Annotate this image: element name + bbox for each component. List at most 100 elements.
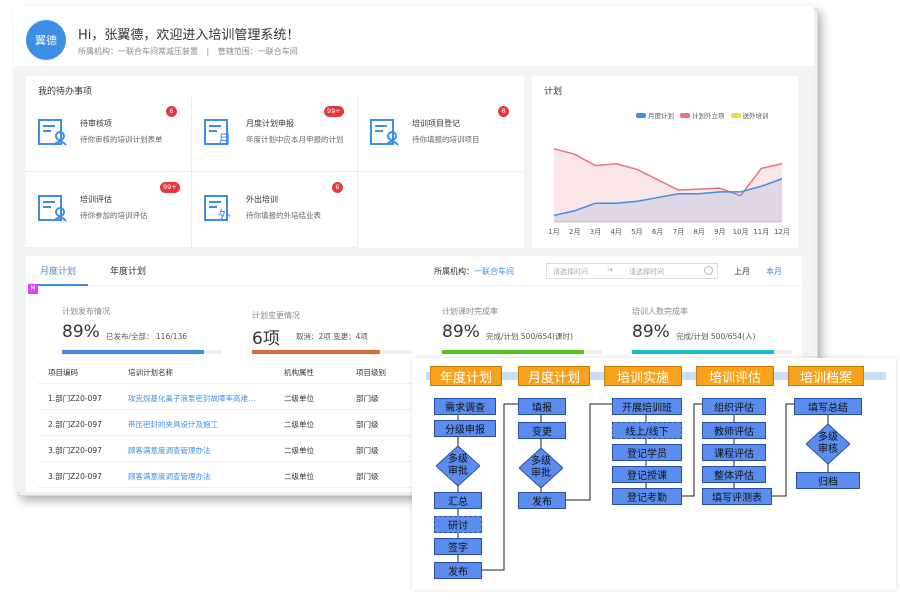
- progress-bar: [632, 350, 792, 354]
- org-filter-label: 所属机构：: [434, 267, 474, 276]
- x-tick-label: 7月: [673, 228, 684, 236]
- plan-table: 项目编码 培训计划名称 机构属性 项目级别 1.部门Z20-097 攻克烷基化离…: [38, 360, 438, 490]
- progress-bar: [442, 350, 602, 354]
- col-org-type: 机构属性: [284, 368, 314, 377]
- progress-fill: [632, 350, 775, 354]
- stage-monthly-plan: 月度计划: [518, 366, 590, 386]
- cell-code: 3.部门Z20-097: [48, 472, 102, 481]
- date-range-picker[interactable]: 请选择时间 → 请选择时间: [546, 263, 718, 279]
- org-filter: 所属机构：一联合车间: [434, 266, 514, 277]
- x-tick-label: 10月: [733, 228, 749, 236]
- flow-step: 分级申报: [434, 420, 496, 437]
- table-row[interactable]: 2.部门Z20-097 带压密封的夹具设计及施工 二级单位 部门级: [38, 412, 438, 436]
- flow-step: 研讨: [434, 516, 482, 533]
- stat-detail: 取消：2项 变更：4项: [296, 332, 368, 341]
- count-badge: 6: [166, 106, 177, 117]
- stat-value: 89%: [442, 322, 480, 342]
- cell-org-type: 二级单位: [284, 420, 314, 429]
- svg-text:外: 外: [218, 209, 231, 222]
- stat-label: 计划发布情况: [62, 307, 110, 316]
- marker-icon: M: [28, 284, 38, 294]
- cell-level: 部门级: [356, 472, 379, 481]
- cell-name-link[interactable]: 顾客满意度调查管理办法: [128, 471, 211, 482]
- info-divider: |: [206, 47, 210, 56]
- x-tick-label: 8月: [693, 228, 704, 236]
- x-tick-label: 12月: [774, 228, 790, 236]
- decision-label: 多级 审批: [531, 456, 551, 479]
- x-tick-label: 2月: [569, 228, 580, 236]
- register-form-icon: [370, 119, 399, 146]
- todo-item-evaluation[interactable]: 培训评估 待你参加的培训评估 99+: [26, 172, 192, 248]
- todo-item-external-training[interactable]: 外 外出培训 待你填报的外培结业表 6: [192, 172, 358, 248]
- plan-chart-card: 计划 月度计划 计划外立项 送外培训 1月 2月 3月 4月 5月 6月 7月 8月 9月 10月…: [532, 76, 798, 248]
- start-date[interactable]: 请选择时间: [553, 267, 588, 277]
- todo-name: 培训项目登记: [412, 119, 460, 128]
- flow-step: 登记考勤: [612, 488, 682, 505]
- training-flow-diagram: 年度计划 月度计划 培训实施 培训评估 培训档案 需求调查 分级申报 多级 审批…: [412, 358, 896, 590]
- count-badge: 99+: [160, 182, 180, 193]
- stage-implementation: 培训实施: [604, 366, 682, 386]
- cell-name-link[interactable]: 带压密封的夹具设计及施工: [128, 419, 218, 430]
- cell-level: 部门级: [356, 446, 379, 455]
- todo-desc: 待你填报的培训项目: [412, 135, 480, 144]
- stage-annual-plan: 年度计划: [430, 366, 502, 386]
- stat-detail: 完成/计划 500/654(人): [676, 332, 756, 341]
- stat-value: 89%: [62, 322, 100, 342]
- clock-icon: [704, 266, 713, 275]
- todo-desc: 待你填报的外培结业表: [246, 211, 321, 220]
- plan-area-chart: 1月 2月 3月 4月 5月 6月 7月 8月 9月 10月 11月 12月: [548, 147, 790, 236]
- x-tick-label: 4月: [610, 228, 621, 236]
- stage-archive: 培训档案: [788, 366, 864, 386]
- count-badge: 6: [332, 182, 343, 193]
- todo-item-review[interactable]: 待审核项 待你审核的培训计划表单 6: [26, 96, 192, 172]
- table-header: 项目编码 培训计划名称 机构属性 项目级别: [38, 360, 438, 384]
- flow-step: 汇总: [434, 492, 482, 509]
- org-filter-value[interactable]: 一联合车间: [474, 267, 514, 276]
- flow-decision: 多级 审核: [806, 424, 850, 464]
- todo-desc: 年度计划中应本月申报的计划: [246, 135, 344, 144]
- stat-label: 计划变更情况: [252, 311, 300, 320]
- evaluation-form-icon: [38, 195, 67, 222]
- flow-step: 填写评测表: [702, 488, 772, 505]
- flow-step: 变更: [518, 422, 566, 439]
- col-code: 项目编码: [48, 368, 78, 377]
- flow-step: 填报: [518, 398, 566, 415]
- x-tick-label: 3月: [590, 228, 601, 236]
- todo-item-monthly-plan[interactable]: 月 月度计划申报 年度计划中应本月申报的计划 99+: [192, 96, 358, 172]
- cell-code: 2.部门Z20-097: [48, 420, 102, 429]
- x-tick-label: 5月: [631, 228, 642, 236]
- stat-value: 6项: [252, 329, 280, 349]
- welcome-header: 翼德 Hi，张翼德，欢迎进入培训管理系统！ 所属机构：一联合车间常减压装置 | …: [14, 6, 814, 66]
- flow-decision: 多级 审批: [436, 446, 480, 486]
- tab-yearly[interactable]: 年度计划: [110, 264, 146, 277]
- col-level: 项目级别: [356, 368, 386, 377]
- count-badge: 6: [498, 106, 509, 117]
- todo-item-project-register[interactable]: 培训项目登记 待你填报的培训项目 6: [358, 96, 524, 172]
- todo-card: 我的待办事项 待审核项 待你审核的培训计划表单 6 月 月度计划申报 年度计划中…: [26, 76, 524, 248]
- cell-org-type: 二级单位: [284, 394, 314, 403]
- flow-step: 教师评估: [702, 422, 766, 439]
- this-month-button[interactable]: 本月: [766, 266, 782, 277]
- decision-label: 多级 审核: [818, 432, 838, 455]
- plan-tabs: 月度计划 年度计划 所属机构：一联合车间 请选择时间 → 请选择时间 上月 本月: [26, 256, 802, 286]
- avatar[interactable]: 翼德: [26, 20, 66, 60]
- progress-bar: [62, 350, 222, 354]
- x-tick-label: 11月: [753, 228, 769, 236]
- tab-monthly[interactable]: 月度计划: [40, 264, 76, 277]
- x-tick-label: 6月: [652, 228, 663, 236]
- cell-name-link[interactable]: 攻克烷基化离子液泵密封故障率高难…: [128, 393, 274, 404]
- end-date[interactable]: 请选择时间: [629, 267, 664, 277]
- month-form-icon: 月: [204, 119, 231, 146]
- cell-level: 部门级: [356, 394, 379, 403]
- flow-step: 开展培训班: [612, 398, 682, 415]
- prev-month-button[interactable]: 上月: [734, 266, 750, 277]
- table-row[interactable]: 3.部门Z20-097 顾客满意度调查管理办法 二级单位 部门级: [38, 438, 438, 462]
- table-row[interactable]: 3.部门Z20-097 顾客满意度调查管理办法 二级单位 部门级: [38, 464, 438, 488]
- cell-code: 3.部门Z20-097: [48, 446, 102, 455]
- table-row[interactable]: 1.部门Z20-097 攻克烷基化离子液泵密封故障率高难… 二级单位 部门级: [38, 386, 438, 410]
- flow-step: 需求调查: [434, 398, 496, 415]
- cell-name-link[interactable]: 顾客满意度调查管理办法: [128, 445, 211, 456]
- progress-fill: [442, 350, 585, 354]
- progress-bar: [252, 350, 412, 354]
- scope-text: 管辖范围：一联合车间: [217, 47, 298, 56]
